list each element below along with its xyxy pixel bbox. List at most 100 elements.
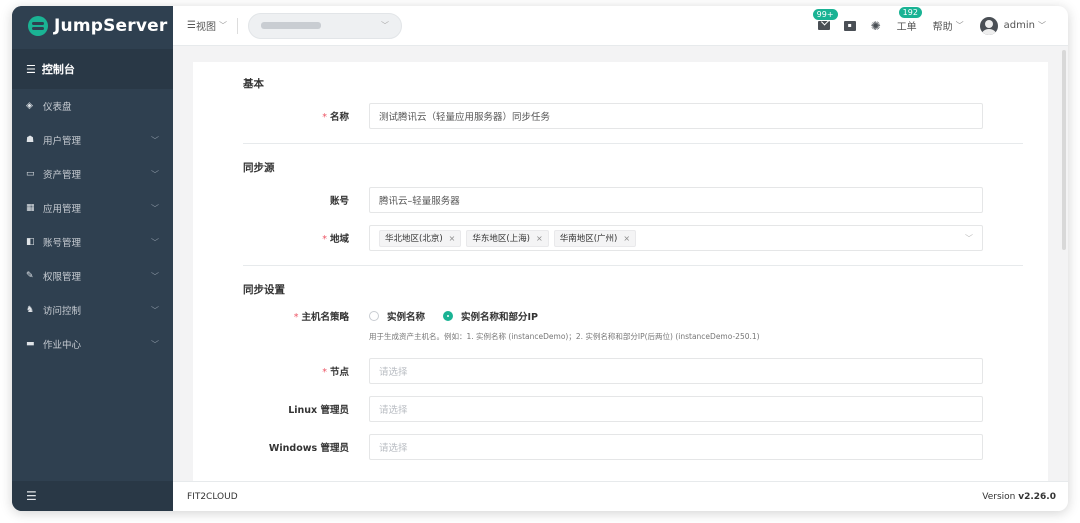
gear-icon: ✺ xyxy=(870,18,881,33)
help-menu[interactable]: 帮助 ﹀ xyxy=(933,18,964,33)
windows-admin-row: Windows 管理员 请选择 xyxy=(193,434,1048,460)
collapse-menu-icon: ☰ xyxy=(26,489,37,503)
sidebar-item[interactable]: ♞ 访问控制 ﹀ xyxy=(12,293,173,327)
sidebar-item[interactable]: ◈ 仪表盘 xyxy=(12,89,173,123)
close-icon[interactable]: × xyxy=(449,234,456,243)
sidebar-item[interactable]: ▭ 资产管理 ﹀ xyxy=(12,157,173,191)
main-content: 基本 * 名称 测试腾讯云（轻量应用服务器）同步任务 同步源 账号 腾讯云–轻量服… xyxy=(173,46,1068,481)
radio-button-selected[interactable] xyxy=(443,311,454,321)
chevron-down-icon: ﹀ xyxy=(965,233,973,243)
sidebar: JumpServer ☰ 控制台 ◈ 仪表盘 ☗ 用户管理 ﹀ ▭ 资产管理 ﹀ ▦ 应用管理 ﹀ ◧… xyxy=(12,6,173,511)
hostname-strategy-radio-group: 实例名称 实例名称和部分IP xyxy=(369,309,556,323)
brand-logo[interactable]: JumpServer xyxy=(12,6,173,46)
sidebar-item-label: 作业中心 xyxy=(43,340,82,351)
sidebar-item-label: 访问控制 xyxy=(43,306,82,317)
section-source-title: 同步源 xyxy=(243,162,275,174)
sync-task-form: 基本 * 名称 测试腾讯云（轻量应用服务器）同步任务 同步源 账号 腾讯云–轻量服… xyxy=(193,62,1048,481)
node-select[interactable]: 请选择 xyxy=(369,358,983,384)
sidebar-collapse-toggle[interactable]: ☰ xyxy=(12,481,173,511)
section-settings-title: 同步设置 xyxy=(243,284,285,296)
users-icon: ☗ xyxy=(26,135,35,145)
sidebar-title-label: 控制台 xyxy=(41,63,75,76)
region-tag: 华南地区(广州) × xyxy=(553,229,637,247)
messages-badge: 99+ xyxy=(812,8,838,20)
sidebar-item[interactable]: ▦ 应用管理 ﹀ xyxy=(12,191,173,225)
section-basic-title: 基本 xyxy=(243,78,264,90)
page-scrollbar[interactable] xyxy=(1062,50,1066,250)
account-input[interactable]: 腾讯云–轻量服务器 xyxy=(369,187,983,213)
close-icon[interactable]: × xyxy=(536,234,543,243)
footer-version: Version v2.26.0 xyxy=(982,491,1056,502)
chevron-down-icon: ﹀ xyxy=(151,169,159,179)
sidebar-item[interactable]: ◧ 账号管理 ﹀ xyxy=(12,225,173,259)
name-row: * 名称 测试腾讯云（轻量应用服务器）同步任务 xyxy=(193,103,1048,129)
jobs-icon: ▬ xyxy=(26,339,35,349)
radio-instance-name-and-ip[interactable]: 实例名称和部分IP xyxy=(443,309,538,323)
apps-icon: ▦ xyxy=(26,203,35,213)
web-terminal-button[interactable]: ▪ xyxy=(843,20,857,32)
sidebar-item[interactable]: ☗ 用户管理 ﹀ xyxy=(12,123,173,157)
view-menu-label: 视图 xyxy=(195,22,216,33)
region-tag: 华北地区(北京) × xyxy=(379,229,462,247)
account-label: 账号 xyxy=(329,196,349,207)
chevron-down-icon: ﹀ xyxy=(151,305,159,315)
terminal-icon: ▪ xyxy=(843,20,856,31)
sidebar-title[interactable]: ☰ 控制台 xyxy=(12,49,173,89)
node-row: * 节点 请选择 xyxy=(193,358,1048,384)
close-icon[interactable]: × xyxy=(623,234,630,243)
mail-icon xyxy=(817,21,830,30)
assets-icon: ▭ xyxy=(26,169,35,179)
windows-admin-label: Windows 管理员 xyxy=(268,443,349,454)
region-label: * 地域 xyxy=(322,234,349,245)
user-menu[interactable]: admin ﹀ xyxy=(979,16,1046,35)
sidebar-item-label: 仪表盘 xyxy=(43,102,72,113)
sliders-icon: ☰ xyxy=(26,62,36,76)
sidebar-item[interactable]: ▬ 作业中心 ﹀ xyxy=(12,327,173,361)
header-divider xyxy=(236,17,238,34)
tickets-link[interactable]: 192 工单 xyxy=(896,7,922,33)
permission-icon: ✎ xyxy=(26,271,34,281)
sidebar-menu: ◈ 仪表盘 ☗ 用户管理 ﹀ ▭ 资产管理 ﹀ ▦ 应用管理 ﹀ ◧ 账号管理 ﹀ ✎ 权限管理 ﹀ ♞ 访问控制 ﹀… xyxy=(12,89,173,361)
accounts-icon: ◧ xyxy=(26,237,35,247)
top-header: ☰ 视图 ﹀ ﹀ 99+ ▪ ✺ 192 工单 帮助 ﹀ admin ﹀ xyxy=(173,6,1068,46)
hostname-help-text: 用于生成资产主机名。例如：1. 实例名称 (instanceDemo)；2. 实… xyxy=(369,332,760,341)
dashboard-icon: ◈ xyxy=(26,101,33,111)
windows-admin-select[interactable]: 请选择 xyxy=(369,434,983,460)
chevron-down-icon: ﹀ xyxy=(151,203,159,213)
node-label: * 节点 xyxy=(322,367,349,378)
sidebar-item-label: 用户管理 xyxy=(43,136,82,147)
view-menu[interactable]: ☰ 视图 ﹀ xyxy=(187,18,227,33)
name-input[interactable]: 测试腾讯云（轻量应用服务器）同步任务 xyxy=(369,103,983,129)
avatar xyxy=(979,16,998,35)
menu-icon: ☰ xyxy=(187,20,196,31)
chevron-down-icon: ﹀ xyxy=(955,21,964,30)
radio-button[interactable] xyxy=(369,311,379,321)
region-row: * 地域 华北地区(北京) × 华东地区(上海) × 华南地区(广州) × ﹀ xyxy=(193,225,1048,251)
chevron-down-icon: ﹀ xyxy=(380,21,389,30)
linux-admin-select[interactable]: 请选择 xyxy=(369,396,983,422)
sidebar-item-label: 应用管理 xyxy=(43,204,82,215)
settings-button[interactable]: ✺ xyxy=(869,18,883,33)
region-multiselect[interactable]: 华北地区(北京) × 华东地区(上海) × 华南地区(广州) × ﹀ xyxy=(369,225,983,251)
app-window: JumpServer ☰ 控制台 ◈ 仪表盘 ☗ 用户管理 ﹀ ▭ 资产管理 ﹀ ▦ 应用管理 ﹀ ◧… xyxy=(12,6,1068,511)
sidebar-item[interactable]: ✎ 权限管理 ﹀ xyxy=(12,259,173,293)
tickets-label: 工单 xyxy=(896,22,917,33)
chevron-down-icon: ﹀ xyxy=(1038,21,1046,30)
chevron-down-icon: ﹀ xyxy=(151,237,159,247)
footer-company: FIT2CLOUD xyxy=(187,491,238,502)
chevron-down-icon: ﹀ xyxy=(151,339,159,349)
organization-select[interactable]: ﹀ xyxy=(247,12,402,39)
messages-button[interactable]: 99+ xyxy=(812,8,838,32)
footer: FIT2CLOUD Version v2.26.0 xyxy=(173,481,1068,511)
hostname-strategy-label: * 主机名策略 xyxy=(293,312,349,323)
user-name: admin xyxy=(1003,20,1035,31)
tickets-badge: 192 xyxy=(898,7,922,18)
jumpserver-logo-icon xyxy=(28,16,48,36)
sidebar-item-label: 权限管理 xyxy=(43,272,82,283)
sidebar-item-label: 账号管理 xyxy=(43,238,82,249)
radio-instance-name[interactable]: 实例名称 xyxy=(369,309,425,323)
section-divider xyxy=(243,143,1023,144)
sidebar-item-label: 资产管理 xyxy=(43,170,82,181)
section-divider xyxy=(243,265,1023,266)
brand-name: JumpServer xyxy=(54,16,168,36)
